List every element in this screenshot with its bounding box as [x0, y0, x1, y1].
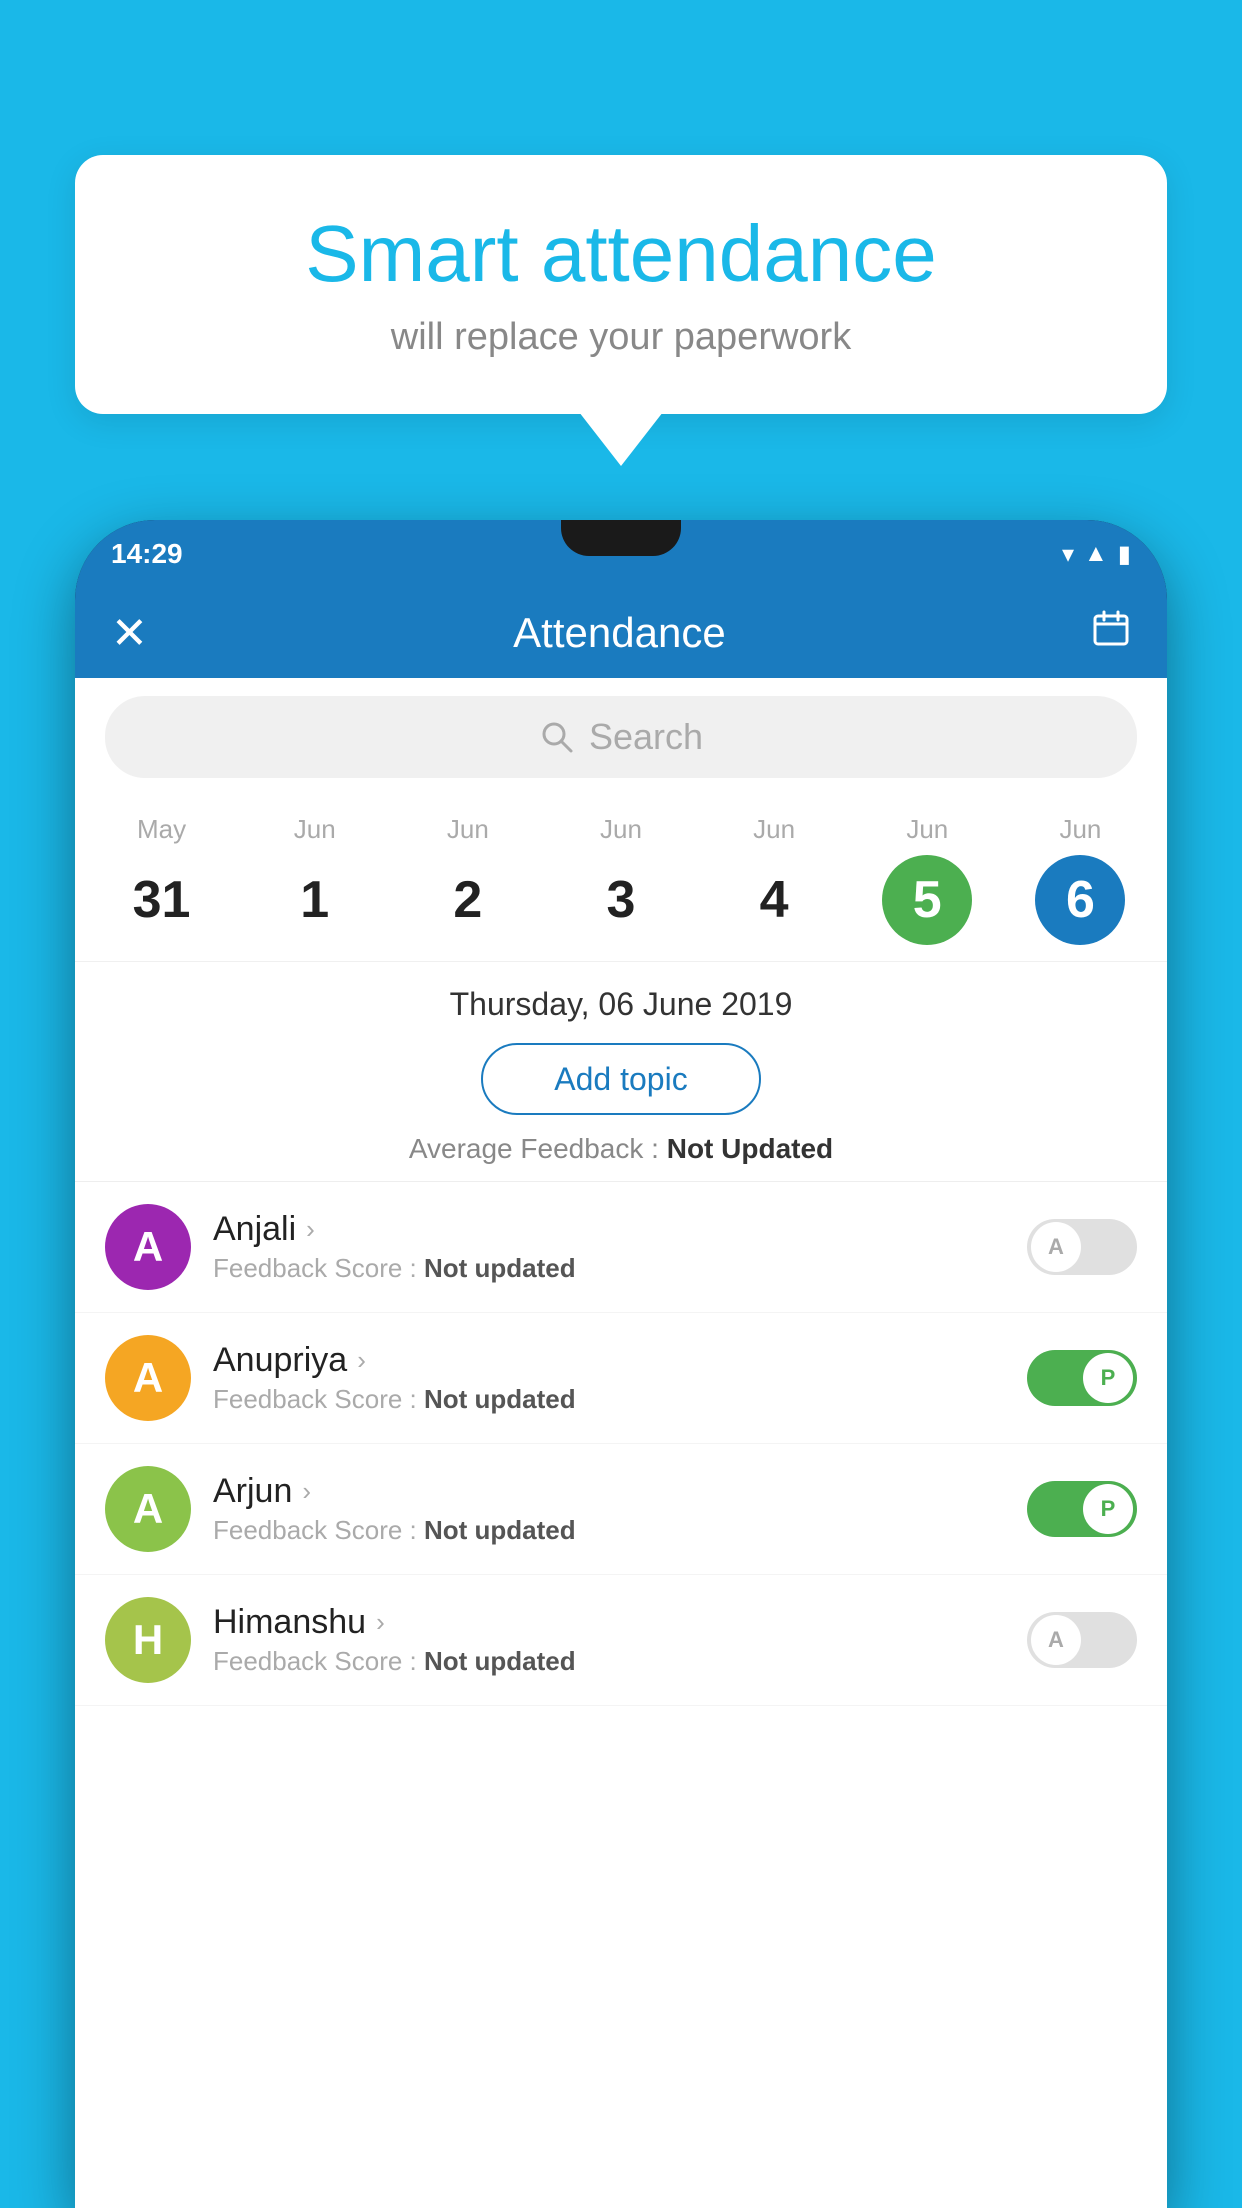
calendar-day[interactable]: Jun 5: [851, 814, 1004, 961]
attendance-toggle[interactable]: A: [1027, 1612, 1137, 1668]
student-feedback: Feedback Score : Not updated: [213, 1253, 1005, 1284]
calendar-day[interactable]: Jun 2: [391, 814, 544, 961]
attendance-toggle[interactable]: A: [1027, 1219, 1137, 1275]
calendar-month: May: [137, 814, 186, 845]
calendar-date[interactable]: 31: [117, 855, 207, 945]
feedback-value: Not updated: [424, 1253, 576, 1283]
signal-icon: ▲: [1084, 540, 1108, 568]
feedback-value: Not updated: [424, 1646, 576, 1676]
student-row[interactable]: A Arjun › Feedback Score : Not updated P: [75, 1444, 1167, 1575]
attendance-toggle[interactable]: P: [1027, 1481, 1137, 1537]
status-bar: 14:29 ▾ ▲ ▮: [75, 520, 1167, 588]
calendar-date[interactable]: 2: [423, 855, 513, 945]
add-topic-label: Add topic: [554, 1061, 687, 1098]
add-topic-button[interactable]: Add topic: [481, 1043, 761, 1115]
calendar-month: Jun: [447, 814, 489, 845]
phone-frame: 14:29 ▾ ▲ ▮ ✕ Attendance: [75, 520, 1167, 2208]
student-avatar: H: [105, 1597, 191, 1683]
wifi-icon: ▾: [1062, 540, 1074, 569]
speech-bubble: Smart attendance will replace your paper…: [75, 155, 1167, 414]
avg-feedback-value: Not Updated: [667, 1133, 833, 1164]
chevron-right-icon: ›: [306, 1214, 315, 1245]
attendance-toggle[interactable]: P: [1027, 1350, 1137, 1406]
calendar-month: Jun: [906, 814, 948, 845]
feedback-value: Not updated: [424, 1515, 576, 1545]
calendar-icon[interactable]: [1091, 608, 1131, 659]
calendar-date[interactable]: 1: [270, 855, 360, 945]
search-icon: [539, 719, 575, 755]
close-button[interactable]: ✕: [111, 608, 148, 659]
battery-icon: ▮: [1118, 540, 1131, 569]
calendar-date[interactable]: 3: [576, 855, 666, 945]
toggle-knob: A: [1031, 1615, 1081, 1665]
chevron-right-icon: ›: [357, 1345, 366, 1376]
calendar-date[interactable]: 5: [882, 855, 972, 945]
student-name: Anjali ›: [213, 1210, 1005, 1249]
student-feedback: Feedback Score : Not updated: [213, 1384, 1005, 1415]
calendar-row: May 31 Jun 1 Jun 2 Jun 3 Jun 4 Jun 5 Jun 6: [75, 796, 1167, 962]
student-row[interactable]: H Himanshu › Feedback Score : Not updated A: [75, 1575, 1167, 1706]
chevron-right-icon: ›: [302, 1476, 311, 1507]
student-row[interactable]: A Anjali › Feedback Score : Not updated A: [75, 1182, 1167, 1313]
calendar-day[interactable]: Jun 6: [1004, 814, 1157, 961]
student-info: Anjali › Feedback Score : Not updated: [213, 1210, 1005, 1284]
search-bar: Search: [75, 678, 1167, 796]
student-name: Anupriya ›: [213, 1341, 1005, 1380]
calendar-date[interactable]: 6: [1035, 855, 1125, 945]
toolbar: ✕ Attendance: [75, 588, 1167, 678]
average-feedback: Average Feedback : Not Updated: [75, 1125, 1167, 1181]
student-name: Himanshu ›: [213, 1603, 1005, 1642]
calendar-month: Jun: [294, 814, 336, 845]
toggle-knob: A: [1031, 1222, 1081, 1272]
student-avatar: A: [105, 1204, 191, 1290]
calendar-day[interactable]: Jun 4: [698, 814, 851, 961]
student-avatar: A: [105, 1335, 191, 1421]
bubble-title: Smart attendance: [135, 210, 1107, 298]
chevron-right-icon: ›: [376, 1607, 385, 1638]
student-row[interactable]: A Anupriya › Feedback Score : Not updated P: [75, 1313, 1167, 1444]
calendar-date[interactable]: 4: [729, 855, 819, 945]
toolbar-title: Attendance: [513, 609, 726, 657]
student-name: Arjun ›: [213, 1472, 1005, 1511]
search-input-wrap[interactable]: Search: [105, 696, 1137, 778]
calendar-month: Jun: [753, 814, 795, 845]
status-time: 14:29: [111, 538, 183, 570]
calendar-day[interactable]: Jun 3: [544, 814, 697, 961]
toggle-knob: P: [1083, 1484, 1133, 1534]
student-info: Anupriya › Feedback Score : Not updated: [213, 1341, 1005, 1415]
calendar-month: Jun: [1059, 814, 1101, 845]
avg-feedback-label: Average Feedback :: [409, 1133, 667, 1164]
calendar-day[interactable]: Jun 1: [238, 814, 391, 961]
calendar-month: Jun: [600, 814, 642, 845]
student-list: AAnjali ›Feedback Score : Not updatedAAA…: [75, 1181, 1167, 1706]
calendar-day[interactable]: May 31: [85, 814, 238, 961]
search-placeholder: Search: [589, 716, 703, 758]
student-info: Himanshu › Feedback Score : Not updated: [213, 1603, 1005, 1677]
student-feedback: Feedback Score : Not updated: [213, 1515, 1005, 1546]
bubble-subtitle: will replace your paperwork: [135, 316, 1107, 359]
status-icons: ▾ ▲ ▮: [1062, 540, 1131, 569]
student-avatar: A: [105, 1466, 191, 1552]
student-info: Arjun › Feedback Score : Not updated: [213, 1472, 1005, 1546]
feedback-value: Not updated: [424, 1384, 576, 1414]
toggle-knob: P: [1083, 1353, 1133, 1403]
student-feedback: Feedback Score : Not updated: [213, 1646, 1005, 1677]
phone-screen: Search May 31 Jun 1 Jun 2 Jun 3 Jun 4 Jun 5 Jun 6 Thu…: [75, 678, 1167, 2208]
selected-date-label: Thursday, 06 June 2019: [75, 962, 1167, 1033]
